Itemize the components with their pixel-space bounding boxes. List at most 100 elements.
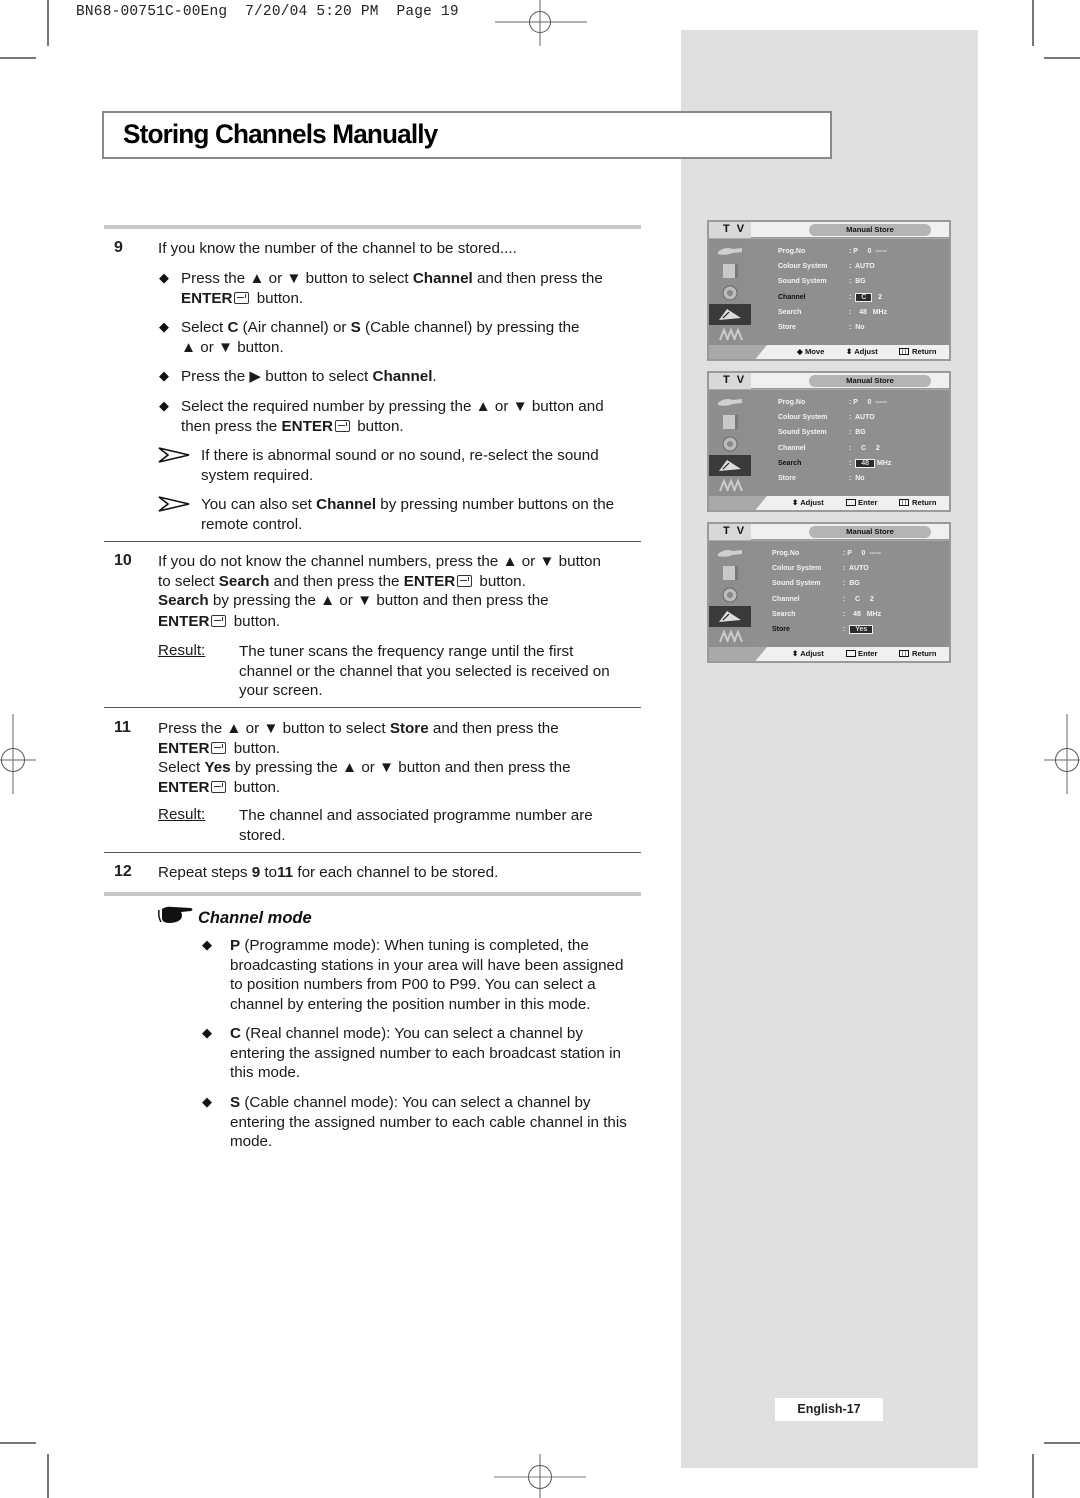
step-9-intro: If you know the number of the channel to… [158, 240, 517, 257]
osd-menu-title: Manual Store [809, 224, 931, 236]
osd-picture-icon [723, 566, 738, 580]
osd-top-bar: T V Manual Store [709, 524, 949, 540]
osd-row-label: Store [772, 626, 790, 633]
osd-input-icon [718, 248, 742, 255]
osd-tv-label: T V [723, 374, 747, 386]
osd-row-value: : C 2 [843, 596, 874, 603]
step-divider [104, 541, 641, 542]
osd-hint: ⬍ Adjust [846, 347, 878, 356]
osd-row-value: : No [849, 324, 865, 331]
osd-channel-icon [719, 309, 741, 320]
osd-hint: ⬍ Adjust [792, 649, 824, 658]
tv-osd-screen: T V Manual Store Prog.No : P 0 ----- Colour … [707, 522, 951, 663]
osd-setup-icon [719, 478, 743, 492]
tv-osd-screen: T V Manual Store Prog.No: P 0 ----- Colour … [707, 220, 951, 361]
osd-row-value: : C 2 [849, 445, 880, 452]
enter-icon [234, 291, 250, 304]
diamond-bullet-icon: ◆ [159, 319, 169, 334]
step-number: 11 [114, 719, 131, 736]
crop-mark [1032, 0, 1034, 46]
crop-mark [1044, 57, 1080, 59]
osd-hint: Return [899, 347, 936, 356]
osd-row-label: Search [778, 309, 802, 316]
osd-sidebar [709, 541, 751, 649]
osd-hint: ◆ Move [797, 347, 825, 356]
osd-menu-title: Manual Store [809, 526, 931, 538]
osd-row-label: Store [778, 475, 796, 482]
osd-row-value: : BG [843, 580, 860, 587]
tv-osd-screen: T V Manual Store Prog.No: P 0 ----- Colour … [707, 371, 951, 512]
crop-mark [0, 1442, 36, 1444]
osd-tv-label: T V [723, 223, 747, 235]
registration-mark-left [0, 714, 36, 794]
osd-row-label: Sound System [772, 580, 821, 587]
title-box: Storing Channels Manually [102, 111, 832, 159]
osd-row-label: Channel [778, 294, 806, 301]
osd-hint: Return [899, 649, 936, 658]
step-9-note-2: You can also set Channel by pressing num… [201, 496, 615, 533]
page-number: English-17 [775, 1398, 883, 1421]
diamond-bullet-icon: ◆ [159, 368, 169, 383]
channel-mode-item-s: S (Cable channel mode): You can select a… [230, 1094, 627, 1150]
osd-sound-icon [722, 285, 738, 301]
osd-setup-icon [719, 629, 743, 643]
registration-mark-top [495, 0, 587, 46]
return-icon [899, 348, 909, 355]
osd-input-icon [718, 550, 742, 557]
osd-tv-label: T V [723, 525, 747, 537]
step-9-bullet-3: Press the ▶ button to select Channel. [181, 368, 437, 385]
osd-row-label: Prog.No [778, 248, 806, 255]
osd-sidebar [709, 390, 751, 498]
step-9-bullet-1: Press the ▲ or ▼ button to select Channe… [181, 270, 603, 307]
osd-picture-icon [723, 415, 738, 429]
crop-mark [1044, 1442, 1080, 1444]
return-icon [899, 650, 909, 657]
step-divider [104, 707, 641, 708]
channel-mode-item-c: C (Real channel mode): You can select a … [230, 1025, 621, 1081]
crop-mark [1032, 1454, 1034, 1498]
step-10-text: If you do not know the channel numbers, … [158, 553, 601, 630]
osd-row-value: : P 0 ----- [843, 550, 881, 557]
diamond-bullet-icon: ◆ [159, 398, 169, 413]
osd-row-value: : C 2 [849, 293, 883, 302]
osd-selected-value: 48 [855, 459, 876, 468]
osd-row-value: : AUTO [849, 414, 875, 421]
step-11-result: The channel and associated programme num… [239, 807, 593, 844]
note-arrow-icon [158, 447, 190, 463]
step-10-result: The tuner scans the frequency range unti… [239, 643, 610, 699]
osd-row-value: : Yes [843, 625, 874, 634]
osd-row-label: Prog.No [772, 550, 800, 557]
osd-row-label: Colour System [772, 565, 822, 572]
osd-sound-icon [722, 587, 738, 603]
osd-row-value: : AUTO [843, 565, 869, 572]
osd-sound-icon [722, 436, 738, 452]
crop-mark [0, 57, 36, 59]
osd-row-value: : 48 MHz [849, 459, 892, 468]
pointing-hand-icon [158, 906, 193, 923]
osd-menu-title: Manual Store [809, 375, 931, 387]
diamond-bullet-icon: ◆ [202, 937, 212, 952]
channel-mode-item-p: P (Programme mode): When tuning is compl… [230, 937, 624, 1013]
osd-row-value: : BG [849, 429, 866, 436]
diamond-bullet-icon: ◆ [159, 270, 169, 285]
osd-menu: Prog.No: P 0 ----- Colour System: AUTO Sou… [751, 390, 949, 498]
osd-row-label: Channel [772, 596, 800, 603]
enter-icon [211, 780, 227, 793]
osd-row-value: : P 0 ----- [849, 399, 887, 406]
osd-row-label: Sound System [778, 429, 827, 436]
section-rule-top [104, 225, 641, 229]
osd-menu: Prog.No: P 0 ----- Colour System: AUTO Sou… [751, 239, 949, 347]
note-arrow-icon [158, 496, 190, 512]
osd-bottom-bar: ⬍ Adjust Enter Return [709, 647, 949, 661]
osd-row-label: Search [778, 460, 802, 467]
enter-icon [334, 419, 350, 432]
osd-channel-icon [719, 611, 741, 622]
osd-top-bar: T V Manual Store [709, 222, 949, 238]
step-12-text: Repeat steps 9 to11 for each channel to … [158, 864, 499, 881]
enter-icon [211, 614, 227, 627]
osd-row-value: : No [849, 475, 865, 482]
diamond-bullet-icon: ◆ [202, 1094, 212, 1109]
enter-icon [211, 741, 227, 754]
step-number: 9 [114, 239, 123, 256]
osd-row-label: Colour System [778, 263, 828, 270]
